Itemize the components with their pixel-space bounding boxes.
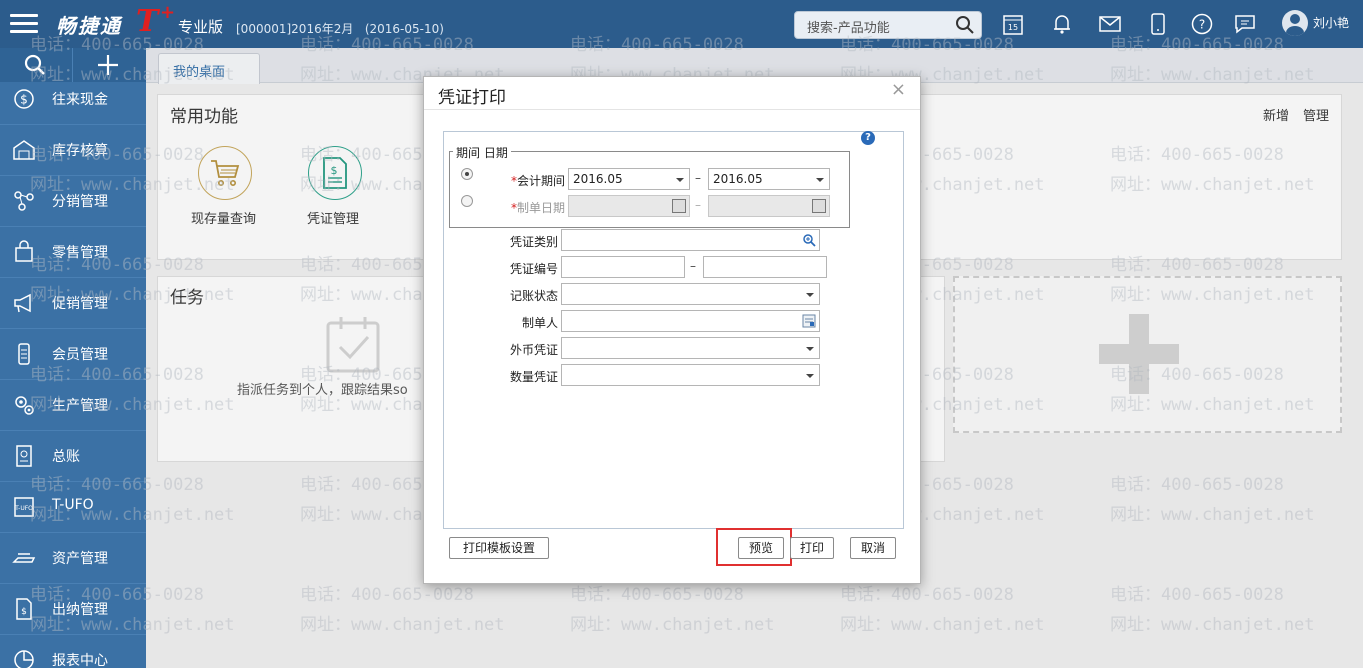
close-icon[interactable]: × bbox=[891, 79, 906, 100]
sidebar-item[interactable]: 会员管理 bbox=[0, 329, 146, 380]
sidebar-item[interactable]: 分销管理 bbox=[0, 176, 146, 227]
range-separator: – bbox=[695, 171, 701, 185]
sidebar-item[interactable]: 促销管理 bbox=[0, 278, 146, 329]
posting-status-select[interactable] bbox=[561, 283, 820, 305]
megaphone-icon bbox=[10, 291, 38, 315]
voucher-print-dialog: 凭证打印 × ? 期间 日期 *会计期间 2016.05 – 2016.05 *… bbox=[423, 76, 921, 584]
svg-text:T-UFO: T-UFO bbox=[14, 505, 33, 512]
foreign-currency-select[interactable] bbox=[561, 337, 820, 359]
sidebar-item-label: 报表中心 bbox=[52, 653, 108, 668]
user-avatar[interactable] bbox=[1282, 10, 1308, 36]
maker-label: 制单人 bbox=[522, 316, 559, 330]
maker-input[interactable] bbox=[561, 310, 820, 332]
cancel-button[interactable]: 取消 bbox=[850, 537, 896, 559]
dialog-title: 凭证打印 bbox=[438, 88, 506, 108]
message-icon[interactable] bbox=[1233, 12, 1257, 36]
warehouse-icon bbox=[10, 138, 38, 162]
quantity-voucher-select[interactable] bbox=[561, 364, 820, 386]
lookup-icon[interactable] bbox=[802, 233, 816, 247]
edition-label: 专业版 bbox=[178, 18, 224, 36]
sidebar-item[interactable]: 总账 bbox=[0, 431, 146, 482]
search-icon[interactable] bbox=[24, 54, 46, 76]
voucher-no-label: 凭证编号 bbox=[510, 262, 559, 276]
search-placeholder: 搜索-产品功能 bbox=[807, 21, 890, 36]
sidebar-item[interactable]: 零售管理 bbox=[0, 227, 146, 278]
mobile-icon[interactable] bbox=[1146, 12, 1170, 36]
sidebar-item-label: 促销管理 bbox=[52, 296, 108, 312]
period-to-select[interactable]: 2016.05 bbox=[708, 168, 830, 190]
asset-icon bbox=[10, 546, 38, 570]
retail-icon bbox=[10, 240, 38, 264]
sidebar-item-label: 出纳管理 bbox=[52, 602, 108, 618]
date-label: *制单日期 bbox=[511, 201, 566, 215]
help-icon[interactable]: ? bbox=[861, 131, 875, 145]
sidebar-item-label: 零售管理 bbox=[52, 245, 108, 261]
quantity-voucher-label: 数量凭证 bbox=[510, 370, 559, 384]
sidebar-item-label: T-UFO bbox=[52, 497, 94, 513]
preview-button[interactable]: 预览 bbox=[738, 537, 784, 559]
sidebar-item-label: 生产管理 bbox=[52, 398, 108, 414]
pie-chart-icon bbox=[10, 648, 38, 668]
foreign-currency-label: 外币凭证 bbox=[510, 343, 559, 357]
sidebar-item[interactable]: 资产管理 bbox=[0, 533, 146, 584]
voucher-no-from-input[interactable] bbox=[561, 256, 685, 278]
sidebar-item[interactable]: $ 出纳管理 bbox=[0, 584, 146, 635]
svg-text:15: 15 bbox=[1008, 23, 1018, 32]
sidebar-item-label: 资产管理 bbox=[52, 551, 108, 567]
sidebar-item-label: 库存核算 bbox=[52, 143, 108, 159]
sidebar-item[interactable]: T-UFO T-UFO bbox=[0, 482, 146, 533]
calendar-icon[interactable]: 15 bbox=[1001, 12, 1025, 36]
range-separator: – bbox=[690, 259, 696, 273]
sidebar-item-label: 会员管理 bbox=[52, 347, 108, 363]
calendar-icon[interactable] bbox=[812, 199, 826, 213]
tufo-icon: T-UFO bbox=[10, 495, 38, 519]
logo-text: 畅捷通 bbox=[56, 14, 122, 38]
sidebar-item[interactable]: 生产管理 bbox=[0, 380, 146, 431]
menu-icon[interactable] bbox=[10, 14, 38, 34]
plus-icon[interactable] bbox=[97, 54, 119, 76]
period-label: *会计期间 bbox=[511, 174, 566, 188]
sidebar: $ 往来现金 库存核算 分销管理 零售管理 促销管理 会员管理 生产管理 总账 T-UFO T-UF… bbox=[0, 48, 146, 668]
gears-icon bbox=[10, 393, 38, 417]
logo-mark: T bbox=[136, 4, 159, 39]
svg-text:$: $ bbox=[20, 93, 28, 107]
sidebar-item[interactable]: 报表中心 bbox=[0, 635, 146, 668]
help-icon[interactable]: ? bbox=[1190, 12, 1214, 36]
member-icon bbox=[10, 342, 38, 366]
ledger-icon bbox=[10, 444, 38, 468]
logo-plus: + bbox=[160, 2, 176, 23]
range-separator: – bbox=[695, 198, 701, 212]
search-icon[interactable] bbox=[955, 15, 975, 35]
distribution-icon bbox=[10, 189, 38, 213]
print-template-button[interactable]: 打印模板设置 bbox=[449, 537, 549, 559]
fieldset-legend: 期间 日期 bbox=[453, 144, 511, 161]
dollar-circle-icon: $ bbox=[10, 87, 38, 111]
print-button[interactable]: 打印 bbox=[790, 537, 834, 559]
radio-period[interactable] bbox=[461, 168, 473, 180]
bell-icon[interactable] bbox=[1050, 12, 1074, 36]
svg-text:?: ? bbox=[1199, 18, 1205, 32]
cashier-icon: $ bbox=[10, 597, 38, 621]
svg-text:$: $ bbox=[21, 607, 27, 617]
calendar-icon[interactable] bbox=[672, 199, 686, 213]
voucher-no-to-input[interactable] bbox=[703, 256, 827, 278]
account-info: [000001]2016年2月 (2016-05-10) bbox=[236, 22, 444, 36]
mail-icon[interactable] bbox=[1098, 12, 1122, 36]
search-input[interactable]: 搜索-产品功能 bbox=[794, 11, 982, 39]
sidebar-item-label: 分销管理 bbox=[52, 194, 108, 210]
voucher-type-input[interactable] bbox=[561, 229, 820, 251]
picker-icon[interactable] bbox=[802, 314, 816, 328]
sidebar-item-label: 往来现金 bbox=[52, 92, 108, 108]
top-bar: 畅捷通 T + 专业版 [000001]2016年2月 (2016-05-10)… bbox=[0, 0, 1363, 48]
sidebar-item[interactable]: 库存核算 bbox=[0, 125, 146, 176]
posting-status-label: 记账状态 bbox=[510, 289, 559, 303]
radio-date[interactable] bbox=[461, 195, 473, 207]
voucher-type-label: 凭证类别 bbox=[510, 235, 559, 249]
sidebar-item-label: 总账 bbox=[52, 449, 80, 465]
sidebar-item[interactable]: $ 往来现金 bbox=[0, 74, 146, 125]
user-name[interactable]: 刘小艳 bbox=[1313, 14, 1349, 31]
period-from-select[interactable]: 2016.05 bbox=[568, 168, 690, 190]
date-from-input[interactable] bbox=[568, 195, 690, 217]
date-to-input[interactable] bbox=[708, 195, 830, 217]
